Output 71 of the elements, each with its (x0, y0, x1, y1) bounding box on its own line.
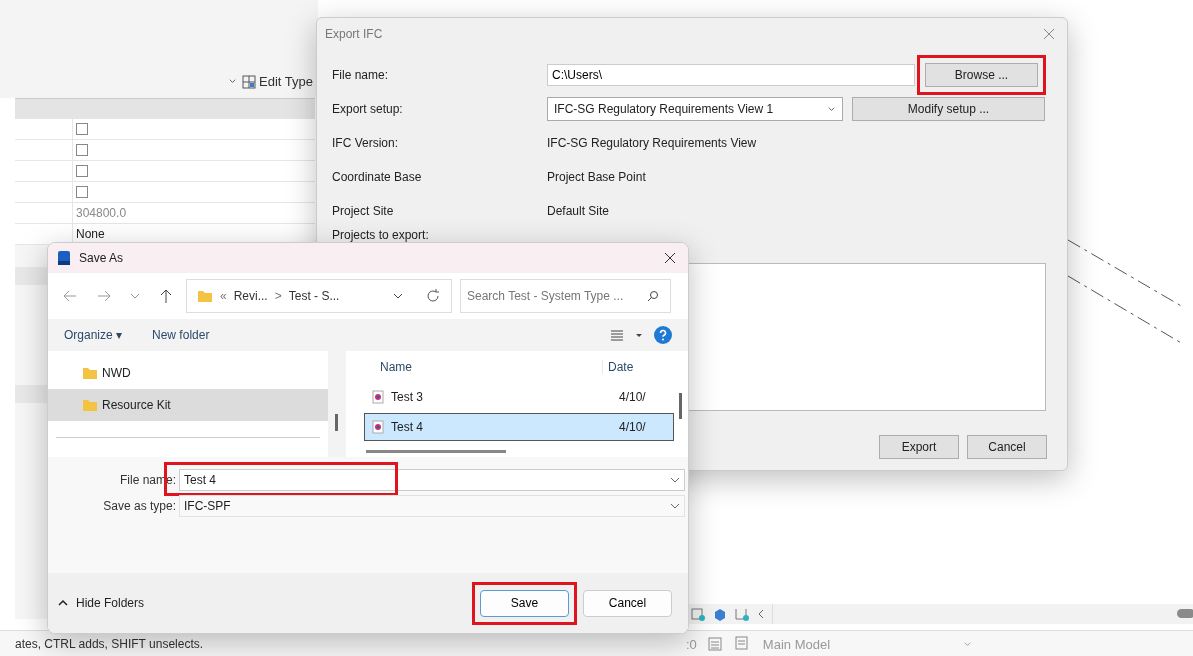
field-value: Default Site (547, 204, 610, 218)
folder-item[interactable]: NWD (48, 357, 328, 389)
dialog-button[interactable]: Cancel (583, 589, 672, 617)
field-label: Coordinate Base (332, 170, 423, 184)
chevron-down-icon (670, 501, 680, 511)
new-folder-button[interactable]: New folder (152, 328, 210, 342)
window-title: Export IFC (325, 27, 383, 41)
chevron-down-icon (827, 104, 836, 114)
checkbox[interactable] (76, 186, 88, 198)
forward-icon[interactable] (96, 288, 112, 304)
scroll-thumb[interactable] (335, 414, 338, 431)
checkbox[interactable] (76, 144, 88, 156)
field-value: IFC-SG Regulatory Requirements View (547, 136, 757, 150)
field-value: Project Base Point (547, 170, 646, 184)
chevron-down-icon[interactable] (962, 639, 972, 649)
dialog-button[interactable]: Cancel (967, 435, 1047, 459)
file-name-field[interactable]: C:\Users\ (547, 64, 915, 86)
file-row[interactable]: Test 4 4/10/ (364, 413, 674, 441)
edit-type-icon (242, 74, 256, 89)
help-icon[interactable] (654, 326, 672, 344)
list-icon[interactable] (706, 636, 723, 652)
crop-region-icon[interactable] (734, 606, 750, 622)
dialog-button[interactable]: Modify setup ... (852, 97, 1045, 121)
field-label: File name: (332, 68, 390, 82)
chevron-down-icon[interactable] (130, 291, 140, 301)
window-title: Save As (79, 251, 124, 265)
search-field[interactable]: Search Test - System Type ... (460, 279, 671, 313)
status-text: ates, CTRL adds, SHIFT unselects. (14, 637, 204, 651)
folder-item[interactable]: Resource Kit (48, 389, 328, 421)
folder-icon (82, 365, 98, 381)
scroll-thumb[interactable] (1177, 609, 1193, 618)
organize-menu[interactable]: Organize ▾ (64, 328, 123, 342)
file-name-field[interactable]: Test 4 (179, 469, 685, 491)
search-icon[interactable] (647, 290, 659, 302)
scroll-left-icon[interactable] (756, 609, 766, 619)
file-icon (371, 420, 385, 434)
address-bar[interactable]: « Revi... > Test - S... (186, 279, 452, 313)
hide-folders-button[interactable]: Hide Folders (58, 596, 145, 610)
save-type-dropdown[interactable]: IFC-SPF (179, 495, 685, 517)
up-arrow-icon[interactable] (158, 288, 174, 304)
edit-type-button[interactable]: Edit Type (242, 74, 313, 89)
file-row[interactable]: Test 3 4/10/ (364, 383, 674, 411)
field-label: Export setup: (332, 102, 404, 116)
export-setup-dropdown[interactable]: IFC-SG Regulatory Requirements View 1 (547, 97, 843, 121)
checkbox[interactable] (76, 123, 88, 135)
field-label: Save as type: (102, 499, 177, 513)
folder-icon (82, 397, 98, 413)
dialog-button[interactable]: Browse ... (925, 63, 1038, 87)
view-control-icon[interactable] (690, 606, 706, 622)
back-icon[interactable] (62, 288, 78, 304)
property-value: None (76, 227, 105, 241)
app-icon (56, 250, 72, 266)
selection-count: :0 (686, 636, 697, 652)
file-icon (371, 390, 385, 404)
scroll-thumb[interactable] (679, 393, 682, 419)
document-icon[interactable] (732, 636, 749, 652)
chevron-down-icon (670, 475, 680, 485)
column-header[interactable]: Name (380, 360, 602, 374)
checkbox[interactable] (76, 165, 88, 177)
field-label: IFC Version: (332, 136, 400, 150)
view-options-icon[interactable] (610, 328, 624, 342)
property-value: 304800.0 (76, 206, 127, 220)
chevron-down-icon[interactable] (228, 77, 237, 86)
cube-icon[interactable] (712, 606, 728, 622)
field-label: Project Site (332, 204, 395, 218)
column-header[interactable]: Date (602, 360, 634, 374)
field-label: Projects to export: (332, 228, 430, 242)
close-icon[interactable] (664, 252, 676, 264)
chevron-up-icon (58, 598, 68, 608)
dialog-button[interactable]: Export (879, 435, 959, 459)
dialog-button[interactable]: Save (480, 589, 569, 617)
